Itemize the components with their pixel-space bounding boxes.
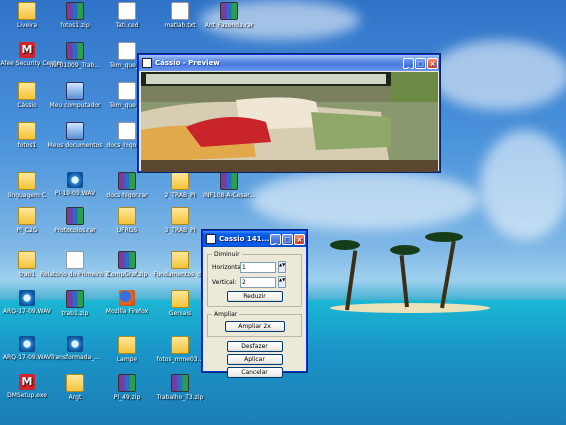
palm-leaves (425, 232, 463, 242)
resize-dialog[interactable]: Cassio 141... _ □ × Diminuir Horizontal:… (202, 230, 307, 378)
horizontal-row: Horizontal: ▲▼ (212, 261, 297, 273)
diminuir-label: Diminuir (214, 251, 240, 258)
rar-icon (118, 172, 136, 190)
maximize-button[interactable]: □ (415, 57, 426, 69)
close-button[interactable]: × (427, 57, 438, 69)
preview-title: Cássio - Preview (155, 59, 220, 67)
rar-icon (66, 290, 84, 308)
desktop-icon[interactable]: Ant_Fazenda.rar (194, 2, 264, 29)
document-icon (118, 42, 136, 60)
desfazer-button[interactable]: Desfazer (226, 341, 283, 352)
mcafee-icon: M (19, 374, 35, 390)
vertical-input[interactable] (240, 276, 276, 288)
cloud (250, 170, 480, 230)
island (330, 303, 490, 313)
document-icon (171, 2, 189, 20)
wav-icon (67, 336, 83, 352)
dialog-titlebar[interactable]: Cassio 141... _ □ × (203, 231, 306, 247)
rar-icon (118, 374, 136, 392)
cloud (480, 130, 566, 240)
aplicar-button[interactable]: Aplicar (226, 354, 283, 365)
vertical-spinner[interactable]: ▲▼ (278, 276, 286, 288)
close-button[interactable]: × (294, 233, 305, 245)
diminuir-group: Diminuir Horizontal: ▲▼ Vertical: ▲▼ Red… (207, 251, 302, 307)
document-icon (66, 251, 84, 269)
document-icon (118, 2, 136, 20)
my-documents-icon (66, 122, 84, 140)
folder-icon (18, 207, 36, 225)
rar-icon (171, 374, 189, 392)
preview-image (141, 72, 438, 172)
window-icon (142, 58, 152, 68)
window-icon (206, 234, 216, 244)
desktop-icon-label: INF108-A-Cesar... (203, 192, 255, 199)
ampliar-label: Ampliar (214, 311, 238, 318)
folder-icon (18, 122, 36, 140)
rar-icon (220, 172, 238, 190)
folder-icon (18, 82, 36, 100)
document-icon (118, 122, 136, 140)
dialog-title: Cassio 141... (219, 235, 270, 243)
folder-icon (171, 251, 189, 269)
vertical-row: Vertical: ▲▼ (212, 276, 297, 288)
maximize-button[interactable]: □ (282, 233, 293, 245)
rar-icon (66, 2, 84, 20)
palm-leaves (330, 240, 360, 250)
rar-icon (66, 42, 84, 60)
ampliar-group: Ampliar Ampliar 2x (207, 311, 302, 337)
folder-icon (171, 336, 189, 354)
my-computer-icon (66, 82, 84, 100)
firefox-icon (119, 290, 135, 306)
desktop-icon[interactable]: INF108-A-Cesar... (194, 172, 264, 199)
preview-titlebar[interactable]: Cássio - Preview _ □ × (139, 55, 439, 71)
wav-icon (67, 172, 83, 188)
cancelar-button[interactable]: Cancelar (226, 367, 283, 378)
horizontal-label: Horizontal: (212, 263, 245, 271)
rar-icon (66, 207, 84, 225)
palm-leaves (390, 245, 420, 255)
ampliar-2x-button[interactable]: Ampliar 2x (224, 321, 285, 332)
horizontal-spinner[interactable]: ▲▼ (278, 261, 286, 273)
rar-icon (220, 2, 238, 20)
desktop-icon-label: Trabalho_T3.zip (156, 394, 204, 401)
dialog-body: Diminuir Horizontal: ▲▼ Vertical: ▲▼ Red… (203, 247, 306, 378)
folder-icon (18, 251, 36, 269)
document-icon (118, 82, 136, 100)
rar-icon (118, 251, 136, 269)
preview-window[interactable]: Cássio - Preview _ □ × (138, 54, 440, 172)
horizontal-input[interactable] (240, 261, 276, 273)
sofa-photo (141, 72, 438, 172)
folder-icon (18, 2, 36, 20)
folder-icon (118, 336, 136, 354)
folder-icon (66, 374, 84, 392)
desktop-icon-label: Ant_Fazenda.rar (204, 22, 254, 29)
folder-icon (171, 290, 189, 308)
wav-icon (19, 290, 35, 306)
vertical-label: Vertical: (212, 278, 237, 286)
minimize-button[interactable]: _ (403, 57, 414, 69)
reduzir-button[interactable]: Reduzir (226, 291, 283, 302)
folder-icon (118, 207, 136, 225)
folder-icon (171, 172, 189, 190)
palm-tree (440, 240, 456, 309)
minimize-button[interactable]: _ (270, 233, 281, 245)
mcafee-icon: M (19, 42, 35, 58)
wav-icon (19, 336, 35, 352)
cloud (430, 40, 566, 110)
folder-icon (171, 207, 189, 225)
desktop-icon[interactable]: Trabalho_T3.zip (145, 374, 215, 401)
folder-icon (18, 172, 36, 190)
